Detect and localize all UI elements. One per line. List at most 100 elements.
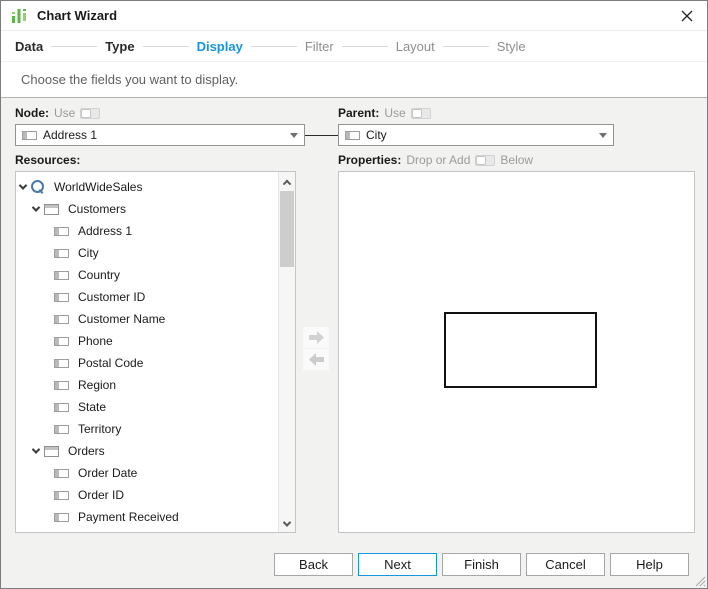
chevron-down-icon[interactable] (19, 181, 27, 189)
field-icon (22, 131, 37, 140)
tree-item-customer-name[interactable]: Customer Name (16, 308, 278, 330)
chevron-down-icon[interactable] (32, 203, 40, 211)
back-button[interactable]: Back (274, 553, 353, 576)
tree-item-country[interactable]: Country (16, 264, 278, 286)
scroll-up-icon[interactable] (279, 172, 295, 189)
tree-item-label: State (78, 400, 106, 414)
step-display[interactable]: Display (197, 39, 243, 54)
tree-item-payment-received[interactable]: Payment Received (16, 506, 278, 528)
resize-grip-icon[interactable] (693, 574, 706, 587)
field-icon (345, 131, 360, 140)
resources-tree-panel: WorldWideSales Customers Address 1 City Coun… (15, 171, 296, 533)
tree-item-label: Order ID (78, 488, 124, 502)
query-icon (31, 180, 45, 194)
tree-item-label: City (78, 246, 99, 260)
tree-item-territory[interactable]: Territory (16, 418, 278, 440)
node-label: Node: (15, 106, 49, 120)
scroll-down-icon[interactable] (279, 515, 295, 532)
scrollbar-thumb[interactable] (280, 191, 294, 267)
step-connector (443, 46, 489, 47)
chart-wizard-icon (11, 7, 29, 25)
step-layout[interactable]: Layout (396, 39, 435, 54)
properties-below-toggle[interactable] (475, 155, 495, 166)
remove-field-arrow-button[interactable] (303, 349, 329, 370)
add-field-arrow-button[interactable] (303, 327, 329, 348)
step-style[interactable]: Style (497, 39, 526, 54)
chart-node-placeholder[interactable] (444, 312, 597, 388)
resources-tree: WorldWideSales Customers Address 1 City Coun… (16, 176, 278, 533)
properties-below-hint: Below (500, 153, 533, 167)
tree-item-postal-code[interactable]: Postal Code (16, 352, 278, 374)
tree-item-label: Customer ID (78, 290, 145, 304)
tree-item-customers[interactable]: Customers (16, 198, 278, 220)
node-use-toggle[interactable] (80, 108, 100, 119)
step-connector (251, 46, 297, 47)
table-icon (44, 446, 59, 457)
step-type[interactable]: Type (105, 39, 134, 54)
field-icon (54, 271, 69, 280)
wizard-subtitle: Choose the fields you want to display. (21, 72, 238, 87)
properties-drop-panel[interactable] (338, 171, 695, 533)
finish-button[interactable]: Finish (442, 553, 521, 576)
tree-item-state[interactable]: State (16, 396, 278, 418)
step-connector (143, 46, 189, 47)
tree-item-label: Territory (78, 422, 121, 436)
wizard-steps: Data Type Display Filter Layout Style (1, 32, 707, 62)
tree-item-label: Customer Name (78, 312, 165, 326)
tree-item-city[interactable]: City (16, 242, 278, 264)
tree-scrollbar[interactable] (278, 172, 295, 532)
help-button[interactable]: Help (610, 553, 689, 576)
parent-row: Parent: Use (338, 106, 431, 120)
tree-item-orders[interactable]: Orders (16, 440, 278, 462)
cancel-button[interactable]: Cancel (526, 553, 605, 576)
field-icon (54, 513, 69, 522)
tree-item-label: Postal Code (78, 356, 143, 370)
footer-buttons: BackNextFinishCancelHelp (274, 553, 689, 576)
step-filter[interactable]: Filter (305, 39, 334, 54)
node-row: Node: Use (15, 106, 100, 120)
step-connector (51, 46, 97, 47)
parent-selected-field: City (366, 128, 599, 142)
node-use-label: Use (54, 106, 75, 120)
tree-item-label: Customers (68, 202, 126, 216)
tree-item-order-date[interactable]: Order Date (16, 462, 278, 484)
arrow-left-icon (308, 352, 325, 367)
tree-item-worldwidesales[interactable]: WorldWideSales (16, 176, 278, 198)
field-icon (54, 293, 69, 302)
table-icon (44, 204, 59, 215)
chart-wizard-dialog: Chart Wizard Data Type Display Filter Layout… (0, 0, 708, 589)
field-icon (54, 469, 69, 478)
field-icon (54, 425, 69, 434)
field-icon (54, 249, 69, 258)
tree-item-phone[interactable]: Phone (16, 330, 278, 352)
step-connector (342, 46, 388, 47)
tree-item-label: Region (78, 378, 116, 392)
tree-item-label: Payment Received (78, 510, 179, 524)
title-bar: Chart Wizard (1, 1, 707, 31)
tree-item-customer-id[interactable]: Customer ID (16, 286, 278, 308)
resources-label: Resources: (15, 153, 80, 167)
parent-field-dropdown[interactable]: City (338, 124, 614, 146)
node-selected-field: Address 1 (43, 128, 290, 142)
field-icon (54, 227, 69, 236)
node-parent-connector (305, 135, 338, 136)
next-button[interactable]: Next (358, 553, 437, 576)
tree-item-order-id[interactable]: Order ID (16, 484, 278, 506)
field-icon (54, 403, 69, 412)
step-data[interactable]: Data (15, 39, 43, 54)
parent-use-toggle[interactable] (411, 108, 431, 119)
tree-item-label: Orders (68, 444, 105, 458)
tree-item-label: WorldWideSales (54, 180, 142, 194)
tree-item-label: Phone (78, 334, 113, 348)
tree-item-region[interactable]: Region (16, 374, 278, 396)
tree-item-address-1[interactable]: Address 1 (16, 220, 278, 242)
field-icon (54, 491, 69, 500)
close-icon[interactable] (675, 5, 699, 27)
subtitle-bar: Choose the fields you want to display. (1, 62, 707, 98)
tree-item-partial[interactable] (16, 528, 278, 533)
field-icon (54, 359, 69, 368)
chevron-down-icon[interactable] (32, 445, 40, 453)
tree-item-label: Order Date (78, 466, 137, 480)
node-field-dropdown[interactable]: Address 1 (15, 124, 305, 146)
chevron-down-icon (599, 133, 607, 138)
